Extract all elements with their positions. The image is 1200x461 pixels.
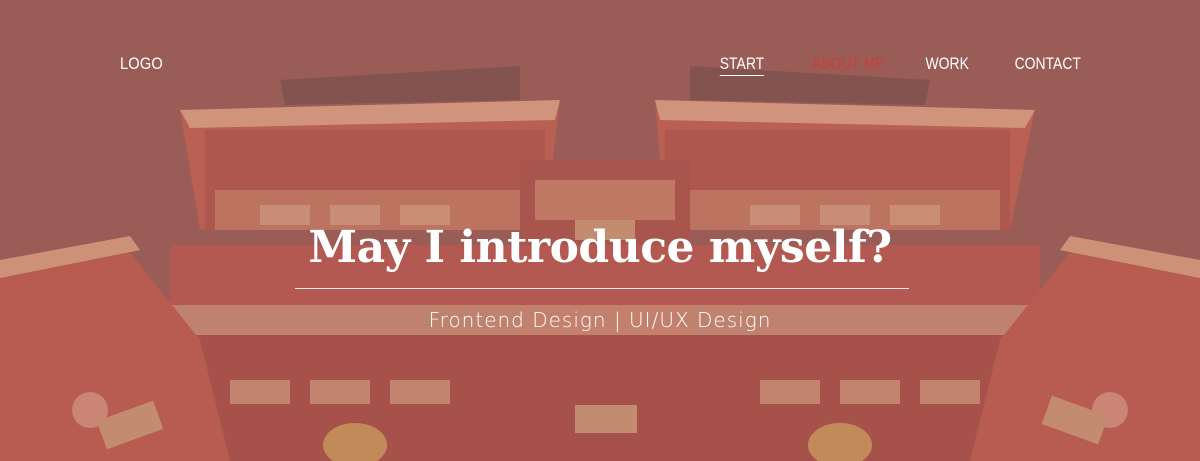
nav-item-about-me[interactable]: ABOUT ME <box>812 54 885 76</box>
hero-subtitle: Frontend Design | UI/UX Design <box>428 308 772 332</box>
main-navigation: START ABOUT ME WORK CONTACT <box>704 54 1081 76</box>
site-logo[interactable]: LOGO <box>120 54 163 74</box>
nav-item-start[interactable]: START <box>719 54 764 76</box>
nav-item-work[interactable]: WORK <box>926 54 969 76</box>
hero-title: May I introduce myself? <box>308 222 892 273</box>
nav-item-contact[interactable]: CONTACT <box>1015 54 1081 76</box>
title-divider <box>295 288 909 289</box>
hero-section: LOGO START ABOUT ME WORK CONTACT May I i… <box>0 0 1200 461</box>
